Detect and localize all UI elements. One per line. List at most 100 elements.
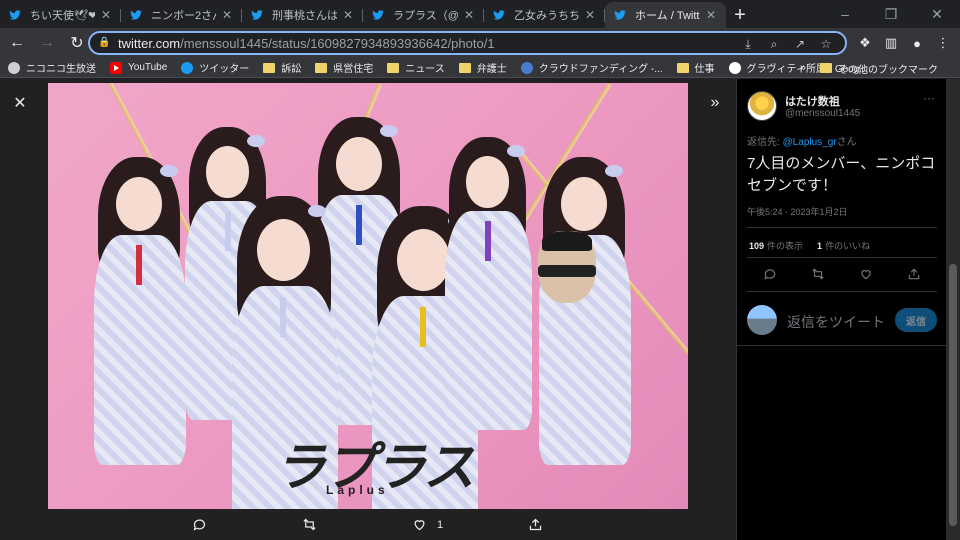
bookmark-label: 弁護士 bbox=[476, 64, 507, 75]
tab-label: 乙女みうちちゃん。 bbox=[514, 10, 579, 22]
divider bbox=[747, 291, 937, 292]
viewer-like-button[interactable]: 1 bbox=[412, 517, 443, 532]
collapse-panel-icon[interactable]: » bbox=[705, 93, 725, 113]
tab-strip: ちい天使🕊❤no✕ニンボー2さんはTwitt✕刑事桃さんはTwitte✕ラプラス… bbox=[0, 0, 960, 28]
browser-tab[interactable]: ホーム / Twitter ✕ bbox=[605, 2, 726, 28]
divider bbox=[747, 227, 937, 228]
new-tab-button[interactable]: + bbox=[726, 2, 754, 28]
extensions-icon[interactable]: ❖ bbox=[852, 30, 878, 56]
url-path: /menssoul1445/status/1609827934893936642… bbox=[180, 35, 495, 51]
bookmark-label: ニュース bbox=[405, 64, 445, 75]
author-display-name[interactable]: はたけ数祖 bbox=[785, 93, 840, 109]
reply-prefix: 返信先: bbox=[747, 137, 783, 148]
divider bbox=[747, 257, 937, 258]
page-scrollbar[interactable] bbox=[946, 79, 960, 540]
twitter-icon bbox=[614, 10, 626, 20]
reload-button[interactable]: ↻ bbox=[64, 30, 90, 56]
bookmark-item[interactable]: 県営住宅 bbox=[315, 60, 373, 75]
twitter-icon bbox=[181, 61, 194, 74]
browser-tab[interactable]: 刑事桃さんはTwitte ✕ bbox=[242, 2, 363, 28]
browser-tab[interactable]: ちい天使🕊❤no ✕ bbox=[0, 2, 121, 28]
bookmark-label: 仕事 bbox=[694, 64, 715, 75]
bookmark-item[interactable]: ニュース bbox=[387, 60, 445, 75]
back-button[interactable]: ← bbox=[4, 30, 30, 56]
likes-count: 1 bbox=[817, 241, 823, 251]
twitter-icon bbox=[130, 10, 142, 20]
tab-label: ホーム / Twitter bbox=[635, 10, 700, 22]
tab-close-icon[interactable]: ✕ bbox=[704, 8, 718, 22]
bookmark-item[interactable]: 訴訟 bbox=[263, 60, 301, 75]
tweet-photo[interactable]: ラプラス Laplus bbox=[48, 83, 688, 509]
close-viewer-icon[interactable]: ✕ bbox=[10, 93, 30, 113]
retweet-button[interactable] bbox=[811, 267, 827, 283]
url-text[interactable]: twitter.com/menssoul1445/status/16098279… bbox=[118, 36, 495, 51]
tab-label: 刑事桃さんはTwitte bbox=[272, 10, 337, 22]
folder-icon bbox=[458, 62, 471, 73]
other-bookmarks-folder[interactable]: その他のブックマーク bbox=[820, 61, 938, 76]
tweet-timestamp[interactable]: 午後5:24 · 2023年1月2日 bbox=[747, 205, 848, 218]
viewer-share-button[interactable] bbox=[528, 517, 543, 532]
browser-tab[interactable]: ラプラス（@Laplu ✕ bbox=[363, 2, 484, 28]
tweet-text: 7人目のメンバー、ニンポコセブンです！ bbox=[747, 155, 936, 194]
minimize-icon[interactable]: – bbox=[822, 0, 868, 28]
restore-icon[interactable]: ❐ bbox=[868, 0, 914, 28]
browser-tab[interactable]: ニンボー2さんはTwitt ✕ bbox=[121, 2, 242, 28]
tab-close-icon[interactable]: ✕ bbox=[341, 8, 355, 22]
bookmark-item[interactable]: ツイッター bbox=[181, 60, 249, 75]
menu-icon[interactable]: ⋮ bbox=[930, 30, 956, 56]
reply-context: 返信先: @Laplus_grさん bbox=[747, 133, 857, 148]
bookmark-label: ニコニコ生放送 bbox=[26, 64, 96, 75]
bookmarks-bar: ニコニコ生放送 YouTube ツイッター 訴訟 県営住宅 ニュース 弁護士 クラウドファンデ… bbox=[0, 58, 960, 78]
browser-tab[interactable]: 乙女みうちちゃん。 ✕ bbox=[484, 2, 605, 28]
tab-close-icon[interactable]: ✕ bbox=[99, 8, 113, 22]
bookmark-item[interactable]: YouTube bbox=[110, 61, 167, 74]
views-count: 109 bbox=[749, 241, 765, 251]
views-stat[interactable]: 109 件の表示 bbox=[749, 239, 803, 252]
reply-input[interactable]: 返信をツイート bbox=[787, 312, 885, 332]
reply-submit-button[interactable]: 返信 bbox=[895, 308, 937, 332]
bookmark-item[interactable]: クラウドファンディング -... bbox=[520, 60, 663, 75]
youtube-icon bbox=[110, 61, 122, 74]
more-options-icon[interactable]: ··· bbox=[923, 91, 935, 105]
divider bbox=[737, 345, 946, 346]
reply-mention-link[interactable]: @Laplus_gr bbox=[783, 137, 837, 148]
author-avatar[interactable] bbox=[747, 91, 777, 121]
share-icon[interactable]: ↗ bbox=[787, 34, 813, 54]
reply-button[interactable] bbox=[763, 267, 779, 283]
viewer-retweet-button[interactable] bbox=[302, 517, 317, 532]
photo-group-logo-sub: Laplus bbox=[326, 483, 389, 497]
folder-icon bbox=[676, 62, 689, 73]
address-bar[interactable]: 🔒 twitter.com/menssoul1445/status/160982… bbox=[88, 31, 847, 55]
tab-close-icon[interactable]: ✕ bbox=[583, 8, 597, 22]
viewer-reply-button[interactable] bbox=[192, 517, 207, 532]
bookmark-star-icon[interactable]: ☆ bbox=[813, 34, 839, 54]
bookmark-item[interactable]: ニコニコ生放送 bbox=[8, 60, 96, 75]
bookmark-label: 訴訟 bbox=[281, 64, 302, 75]
bookmark-item[interactable]: 弁護士 bbox=[458, 60, 507, 75]
forward-button[interactable]: → bbox=[34, 30, 60, 56]
niconico-icon bbox=[8, 61, 20, 74]
reply-icon bbox=[193, 519, 206, 531]
tweet-detail-panel: はたけ数祖 @menssoul1445 ··· 返信先: @Laplus_grさ… bbox=[736, 79, 946, 540]
zoom-icon[interactable]: ⌕ bbox=[761, 34, 787, 54]
viewer-action-bar: 1 bbox=[0, 509, 736, 540]
like-button[interactable] bbox=[859, 267, 875, 283]
google-icon bbox=[728, 61, 741, 74]
bookmark-item[interactable]: 仕事 bbox=[676, 60, 715, 75]
install-icon[interactable]: ⤓ bbox=[735, 34, 761, 54]
tab-close-icon[interactable]: ✕ bbox=[462, 8, 476, 22]
share-icon bbox=[908, 268, 920, 280]
twitter-icon bbox=[493, 10, 505, 20]
likes-stat[interactable]: 1 件のいいね bbox=[817, 239, 870, 252]
bookmarks-overflow-button[interactable]: » bbox=[800, 62, 806, 74]
other-bookmarks-label: その他のブックマーク bbox=[838, 64, 938, 76]
bookmark-label: クラウドファンディング -... bbox=[538, 64, 663, 75]
share-button[interactable] bbox=[907, 267, 923, 283]
folder-icon bbox=[315, 62, 328, 73]
profile-icon[interactable]: ● bbox=[904, 30, 930, 56]
author-handle[interactable]: @menssoul1445 bbox=[785, 108, 860, 119]
tab-close-icon[interactable]: ✕ bbox=[220, 8, 234, 22]
close-window-icon[interactable]: ✕ bbox=[914, 0, 960, 28]
side-panel-icon[interactable]: ▥ bbox=[878, 30, 904, 56]
scrollbar-thumb[interactable] bbox=[949, 264, 957, 526]
